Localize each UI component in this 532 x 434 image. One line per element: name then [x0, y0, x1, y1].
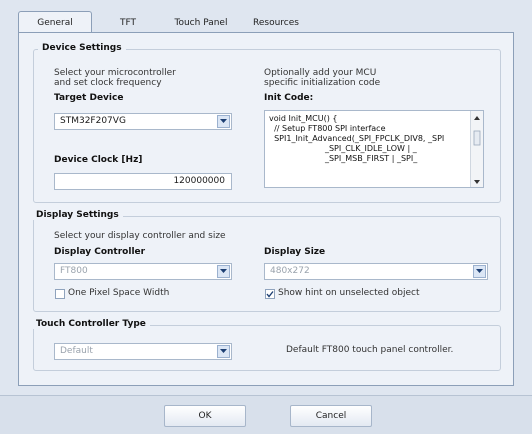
target-device-value: STM32F207VG [60, 116, 126, 126]
init-desc-line-1: Optionally add your MCU [264, 68, 377, 78]
tab-general[interactable]: General [18, 11, 92, 34]
ok-button[interactable]: OK [164, 405, 246, 427]
chevron-down-icon[interactable] [217, 345, 230, 358]
init-code-scrollbar[interactable] [470, 111, 483, 187]
tab-touch-panel[interactable]: Touch Panel [166, 14, 236, 33]
chevron-down-icon[interactable] [217, 115, 230, 128]
tab-bar: General TFT Touch Panel Resources [18, 11, 508, 34]
touch-controller-description: Default FT800 touch panel controller. [286, 345, 454, 355]
touch-controller-group: Touch Controller Type Default Default FT… [32, 319, 501, 371]
checkmark-icon [266, 291, 274, 298]
device-settings-group: Device Settings Select your microcontrol… [33, 43, 501, 203]
display-settings-group: Display Settings Select your display con… [32, 210, 501, 312]
show-hint-label: Show hint on unselected object [278, 288, 420, 298]
device-desc-line-1: Select your microcontroller [54, 68, 176, 78]
device-desc-line-2: and set clock frequency [54, 78, 162, 88]
chevron-down-icon[interactable] [473, 265, 486, 278]
target-device-label: Target Device [54, 93, 124, 103]
one-pixel-checkbox[interactable] [55, 289, 65, 299]
display-controller-select[interactable]: FT800 [54, 263, 232, 280]
display-controller-value: FT800 [60, 266, 88, 276]
general-tab-panel: Device Settings Select your microcontrol… [18, 32, 514, 386]
display-desc: Select your display controller and size [54, 231, 226, 241]
init-code-text: void Init_MCU() { // Setup FT800 SPI int… [269, 114, 445, 163]
device-clock-input[interactable]: 120000000 [54, 173, 232, 190]
chevron-down-icon[interactable] [217, 265, 230, 278]
show-hint-checkbox[interactable] [265, 289, 275, 299]
target-device-select[interactable]: STM32F207VG [54, 113, 232, 130]
display-controller-label: Display Controller [54, 247, 146, 257]
tab-tft[interactable]: TFT [108, 14, 148, 33]
display-size-label: Display Size [264, 247, 326, 257]
one-pixel-label: One Pixel Space Width [68, 288, 170, 298]
device-clock-value: 120000000 [173, 176, 225, 186]
tab-resources[interactable]: Resources [246, 14, 306, 33]
touch-controller-value: Default [60, 346, 93, 356]
display-settings-title: Display Settings [32, 210, 123, 220]
device-clock-label: Device Clock [Hz] [54, 155, 143, 165]
touch-controller-title: Touch Controller Type [32, 319, 150, 329]
init-desc-line-2: specific initialization code [264, 78, 381, 88]
device-settings-title: Device Settings [38, 43, 126, 53]
touch-controller-select[interactable]: Default [54, 343, 232, 360]
display-size-select[interactable]: 480x272 [264, 263, 488, 280]
dialog-button-bar: OK Cancel [0, 395, 532, 434]
cancel-button[interactable]: Cancel [290, 405, 372, 427]
init-code-editor[interactable]: void Init_MCU() { // Setup FT800 SPI int… [264, 110, 484, 188]
display-size-value: 480x272 [270, 266, 310, 276]
init-code-label: Init Code: [264, 93, 314, 103]
